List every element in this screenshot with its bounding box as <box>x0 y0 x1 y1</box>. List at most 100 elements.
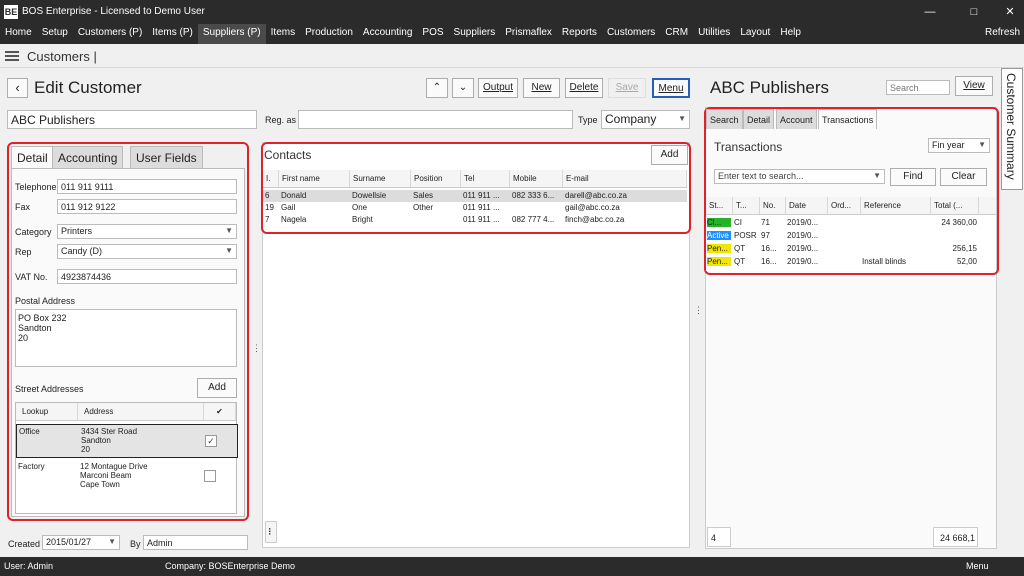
previous-record-button[interactable]: ⌃ <box>426 78 448 98</box>
menu-item[interactable]: Suppliers <box>449 24 501 44</box>
type-select[interactable]: Company ▼ <box>601 110 690 129</box>
fax-input[interactable] <box>57 199 237 214</box>
column-header[interactable]: Mobile <box>510 170 563 187</box>
column-header[interactable]: Reference <box>861 197 931 214</box>
tab-detail[interactable]: Detail <box>11 146 54 168</box>
column-header[interactable]: Date <box>786 197 828 214</box>
column-header[interactable]: Total (... <box>931 197 979 214</box>
table-row[interactable]: 7 Nagela Bright 011 911 ... 082 777 4... finc… <box>263 214 687 226</box>
view-button[interactable]: View <box>955 76 993 96</box>
menu-item[interactable]: Layout <box>735 24 775 44</box>
back-button[interactable]: ‹ <box>7 78 28 98</box>
transactions-count: 4 <box>707 527 731 547</box>
menu-item[interactable]: Customers (P) <box>73 24 147 44</box>
menu-item[interactable]: Customers <box>602 24 660 44</box>
close-icon[interactable]: ✕ <box>1002 4 1018 20</box>
column-header[interactable]: Surname <box>350 170 411 187</box>
table-row[interactable]: 19 Gail One Other 011 911 ... gail@abc.co.za <box>263 202 687 214</box>
customer-name-input[interactable] <box>7 110 257 129</box>
menu-button[interactable]: Menu <box>652 78 690 98</box>
postal-address-textarea[interactable]: PO Box 232 Sandton 20 <box>15 309 237 367</box>
table-cell: Donald <box>281 191 307 200</box>
transaction-search-input[interactable]: Enter text to search... ▼ <box>714 169 885 184</box>
table-row[interactable]: Office 3434 Ster Road Sandton 20 ✓ <box>16 424 238 458</box>
find-button[interactable]: Find <box>890 168 936 186</box>
tab-search[interactable]: Search <box>706 109 743 129</box>
column-header[interactable]: First name <box>279 170 350 187</box>
tab-user-fields[interactable]: User Fields <box>130 146 203 168</box>
vat-input[interactable] <box>57 269 237 284</box>
window-title: BOS Enterprise - Licensed to Demo User <box>22 6 205 17</box>
splitter-handle-icon[interactable]: ⋮ <box>694 305 703 316</box>
clear-button[interactable]: Clear <box>940 168 987 186</box>
customer-summary-side-tab[interactable]: Customer Summary <box>1001 68 1023 190</box>
column-header[interactable]: I. <box>263 170 279 187</box>
table-row[interactable]: Factory 12 Montague Drive Marconi Beam C… <box>16 460 238 494</box>
rep-select[interactable]: Candy (D) ▼ <box>57 244 237 259</box>
table-row[interactable]: 6 Donald Dowellsie Sales 011 911 ... 082 333 … <box>263 190 687 202</box>
menu-item[interactable]: Home <box>0 24 37 44</box>
menu-item[interactable]: Items <box>266 24 300 44</box>
table-row[interactable]: Pen... QT 16... 2019/0... Install blinds 52,0… <box>706 256 996 269</box>
save-button[interactable]: Save <box>608 78 646 98</box>
splitter-handle-icon[interactable]: ⋮ <box>252 343 261 354</box>
column-header[interactable]: E-mail <box>563 170 687 187</box>
menu-item[interactable]: Setup <box>37 24 73 44</box>
status-menu[interactable]: Menu <box>966 561 989 571</box>
summary-search-input[interactable] <box>886 80 950 95</box>
column-header[interactable]: Address <box>78 403 204 420</box>
tab-accounting[interactable]: Accounting <box>52 146 124 168</box>
add-street-address-button[interactable]: Add <box>197 378 237 398</box>
menu-item[interactable]: Prismaflex <box>500 24 557 44</box>
address-line: Cape Town <box>80 480 120 489</box>
transactions-table: St... T... No. Date Ord... Reference Tot… <box>706 197 996 271</box>
table-cell: Other <box>413 203 434 212</box>
table-row[interactable]: Cl... CI 71 2019/0... 24 360,00 <box>706 217 996 230</box>
reg-as-input[interactable] <box>298 110 573 129</box>
new-button[interactable]: New <box>523 78 560 98</box>
next-record-button[interactable]: ⌄ <box>452 78 474 98</box>
menu-item[interactable]: Suppliers (P) <box>197 24 266 44</box>
delete-button[interactable]: Delete <box>565 78 603 98</box>
maximize-icon[interactable]: □ <box>966 4 982 20</box>
side-tab-label: Customer Summary <box>1004 73 1018 180</box>
category-select[interactable]: Printers ▼ <box>57 224 237 239</box>
menu-item[interactable]: Accounting <box>358 24 417 44</box>
default-address-checkbox[interactable]: ✓ <box>205 435 217 447</box>
column-header[interactable]: ✔ <box>204 403 236 420</box>
created-by-input[interactable] <box>143 535 248 550</box>
menu-item[interactable]: CRM <box>660 24 693 44</box>
created-date-picker[interactable]: 2015/01/27 ▼ <box>42 535 120 550</box>
menu-item[interactable]: Utilities <box>693 24 735 44</box>
tab-transactions[interactable]: Transactions <box>818 109 878 129</box>
tab-detail[interactable]: Detail <box>743 109 775 129</box>
menu-item[interactable]: Reports <box>557 24 602 44</box>
refresh-menu-item[interactable]: Refresh <box>985 27 1020 38</box>
table-row[interactable]: Active POSR 97 2019/0... <box>706 230 996 243</box>
column-header[interactable]: St... <box>706 197 733 214</box>
menu-item[interactable]: Production <box>300 24 358 44</box>
contacts-footer-handle[interactable]: ⠇ <box>265 521 277 543</box>
column-header[interactable]: Lookup <box>16 403 78 420</box>
minimize-icon[interactable]: — <box>922 4 938 20</box>
period-select[interactable]: Fin year ▼ <box>928 138 990 153</box>
street-address: 3434 Ster Road Sandton 20 <box>81 427 137 454</box>
menu-item[interactable]: Items (P) <box>147 24 198 44</box>
column-header[interactable]: Tel <box>461 170 510 187</box>
column-header[interactable]: Ord... <box>828 197 861 214</box>
postal-line: Sandton <box>18 323 52 333</box>
add-contact-button[interactable]: Add <box>651 145 688 165</box>
column-header[interactable]: No. <box>760 197 786 214</box>
column-header[interactable]: Position <box>411 170 461 187</box>
transactions-total: 24 668,1 <box>933 527 978 547</box>
output-button[interactable]: Output <box>478 78 518 98</box>
menu-item[interactable]: Help <box>775 24 806 44</box>
page-title: Edit Customer <box>34 78 142 97</box>
default-address-checkbox[interactable] <box>204 470 216 482</box>
hamburger-icon[interactable] <box>5 51 19 61</box>
table-row[interactable]: Pen... QT 16... 2019/0... 256,15 <box>706 243 996 256</box>
telephone-input[interactable] <box>57 179 237 194</box>
column-header[interactable]: T... <box>733 197 760 214</box>
menu-item[interactable]: POS <box>417 24 448 44</box>
tab-account[interactable]: Account <box>776 109 817 129</box>
